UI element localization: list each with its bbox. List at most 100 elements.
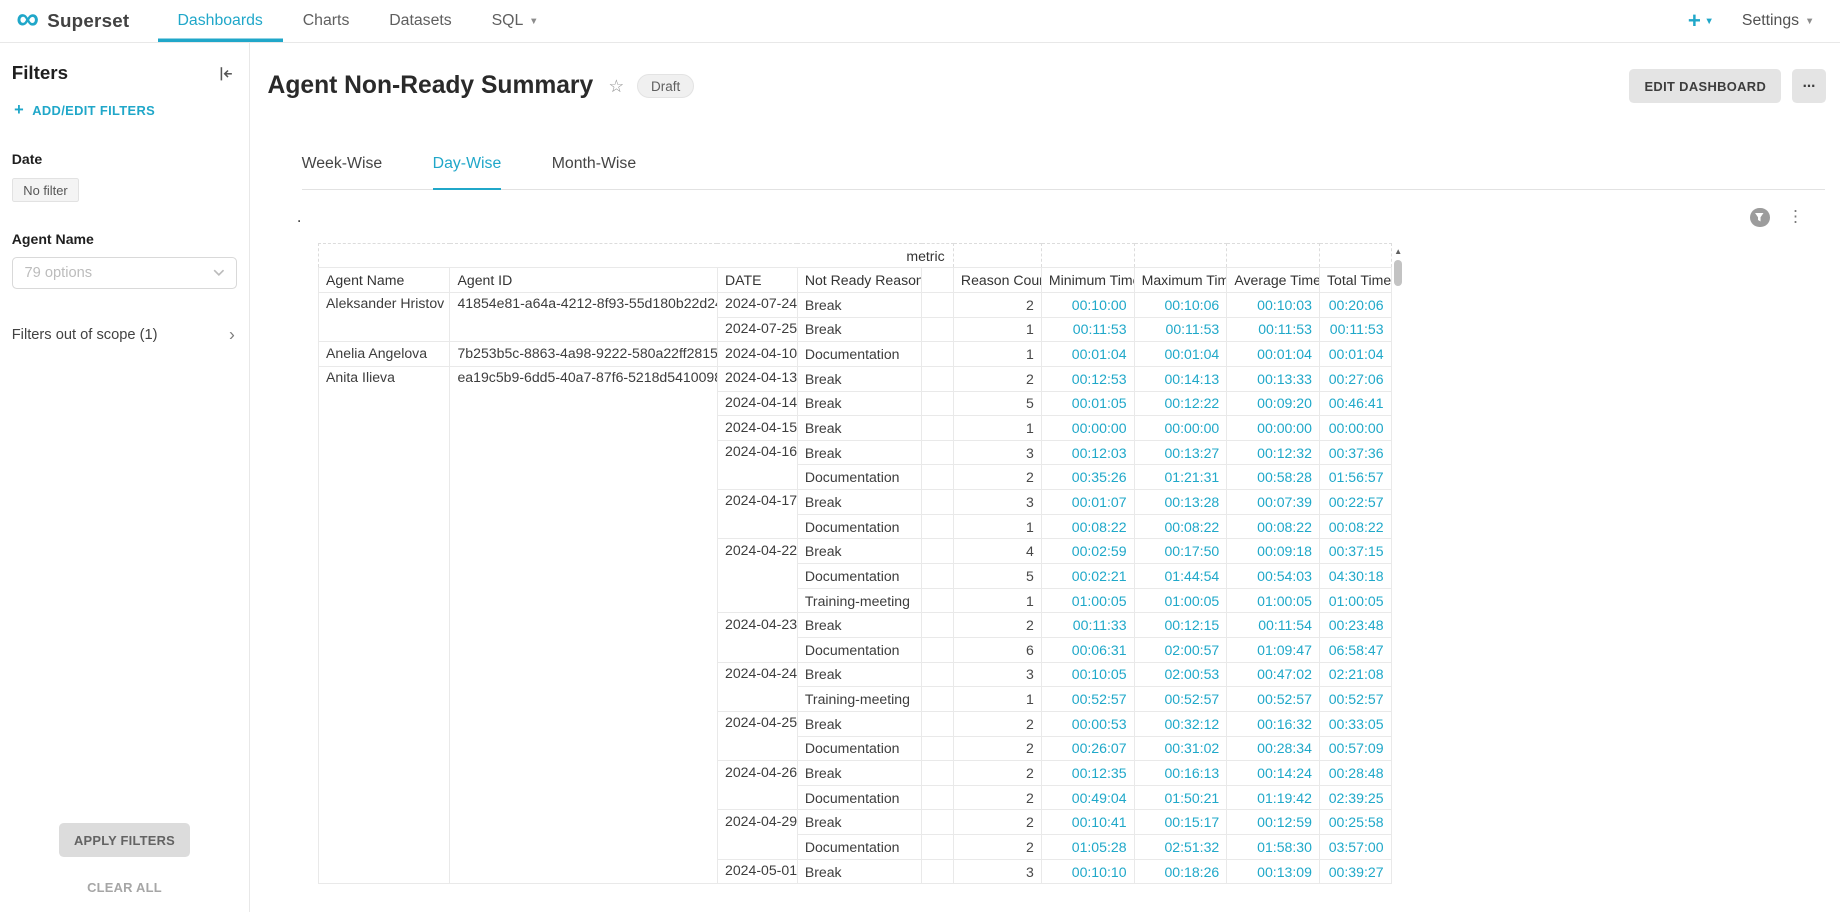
avg-time-cell: 00:09:20 — [1227, 391, 1320, 416]
column-header: Average Time — [1227, 268, 1320, 293]
tab-week-wise[interactable]: Week-Wise — [302, 138, 383, 189]
reason-cell: Documentation — [797, 342, 921, 367]
min-time-cell: 00:26:07 — [1041, 736, 1134, 761]
agent-id-cell: 7b253b5c-8863-4a98-9222-580a22ff2815 — [450, 342, 718, 367]
reason-cell: Training-meeting — [797, 687, 921, 712]
column-header-spacer — [922, 268, 954, 293]
avg-time-cell: 00:14:24 — [1227, 761, 1320, 786]
tab-day-wise[interactable]: Day-Wise — [433, 138, 502, 190]
reason-cell: Documentation — [797, 465, 921, 490]
date-cell: 2024-04-15 — [717, 416, 797, 441]
total-time-cell: 00:00:00 — [1319, 416, 1391, 441]
total-time-cell: 00:27:06 — [1319, 366, 1391, 391]
spacer-cell — [922, 859, 954, 884]
reason-cell: Break — [797, 440, 921, 465]
reason-count-cell: 1 — [953, 416, 1041, 441]
date-filter-value-chip: No filter — [12, 178, 80, 202]
date-cell: 2024-04-26 — [717, 761, 797, 810]
table-scrollbar[interactable]: ▲ — [1392, 245, 1405, 895]
pivot-table: metricAgent NameAgent IDDATENot Ready Re… — [318, 243, 1392, 885]
reason-cell: Documentation — [797, 564, 921, 589]
total-time-cell: 04:30:18 — [1319, 564, 1391, 589]
avg-time-cell: 00:16:32 — [1227, 711, 1320, 736]
reason-cell: Training-meeting — [797, 588, 921, 613]
total-time-cell: 00:08:22 — [1319, 514, 1391, 539]
nav-item-datasets[interactable]: Datasets — [369, 0, 471, 42]
spacer-cell — [922, 835, 954, 860]
chevron-right-icon: › — [229, 326, 235, 344]
agent-name-cell: Aleksander Hristov — [319, 293, 450, 342]
chevron-down-icon — [213, 269, 225, 276]
agent-name-select[interactable]: 79 options — [12, 257, 237, 289]
reason-cell: Break — [797, 366, 921, 391]
nav-item-sql[interactable]: SQL▼ — [472, 0, 559, 42]
metric-header: metric — [319, 243, 954, 268]
max-time-cell: 00:16:13 — [1134, 761, 1227, 786]
out-of-scope-label: Filters out of scope (1) — [12, 327, 158, 343]
min-time-cell: 00:02:21 — [1041, 564, 1134, 589]
max-time-cell: 02:00:57 — [1134, 637, 1227, 662]
spacer-cell — [922, 514, 954, 539]
total-time-cell: 00:37:36 — [1319, 440, 1391, 465]
superset-logo[interactable]: ∞ Superset — [16, 0, 129, 42]
max-time-cell: 00:11:53 — [1134, 317, 1227, 342]
reason-cell: Documentation — [797, 785, 921, 810]
scrollbar-thumb[interactable] — [1394, 260, 1402, 286]
collapse-sidebar-icon[interactable] — [215, 62, 237, 84]
tab-label: Week-Wise — [302, 155, 383, 172]
dashboard-content: Agent Non-Ready Summary ☆ Draft EDIT DAS… — [250, 43, 1840, 911]
spacer-cell — [922, 613, 954, 638]
edit-dashboard-button[interactable]: EDIT DASHBOARD — [1629, 69, 1781, 103]
app-window: ∞ Superset Dashboards Charts Datasets SQ… — [0, 0, 1840, 912]
spacer-cell — [922, 342, 954, 367]
total-time-cell: 02:39:25 — [1319, 785, 1391, 810]
min-time-cell: 00:10:05 — [1041, 662, 1134, 687]
avg-time-cell: 00:00:00 — [1227, 416, 1320, 441]
apply-filters-button[interactable]: APPLY FILTERS — [59, 823, 190, 857]
tab-month-wise[interactable]: Month-Wise — [552, 138, 636, 189]
main-nav: Dashboards Charts Datasets SQL▼ — [158, 0, 559, 42]
spacer-cell — [922, 711, 954, 736]
new-item-button[interactable]: +▼ — [1688, 8, 1714, 34]
avg-time-cell: 00:11:53 — [1227, 317, 1320, 342]
tab-label: Month-Wise — [552, 155, 636, 172]
date-cell: 2024-07-24 — [717, 293, 797, 318]
settings-menu[interactable]: Settings▼ — [1742, 12, 1814, 30]
spacer-cell — [922, 391, 954, 416]
favorite-star-icon[interactable]: ☆ — [608, 76, 624, 97]
min-time-cell: 00:12:03 — [1041, 440, 1134, 465]
reason-cell: Break — [797, 391, 921, 416]
nav-label: Charts — [303, 12, 350, 30]
reason-count-cell: 1 — [953, 342, 1041, 367]
reason-cell: Documentation — [797, 514, 921, 539]
date-cell: 2024-04-25 — [717, 711, 797, 760]
clear-all-button[interactable]: CLEAR ALL — [87, 880, 162, 895]
nav-item-dashboards[interactable]: Dashboards — [158, 0, 283, 42]
filters-out-of-scope-toggle[interactable]: Filters out of scope (1) › — [12, 326, 237, 344]
chart-menu-kebab-icon[interactable]: ⋮ — [1787, 209, 1803, 225]
min-time-cell: 00:10:00 — [1041, 293, 1134, 318]
total-time-cell: 06:58:47 — [1319, 637, 1391, 662]
date-cell: 2024-04-14 — [717, 391, 797, 416]
agent-id-cell: 41854e81-a64a-4212-8f93-55d180b22d24 — [450, 293, 718, 342]
agent-id-cell: ea19c5b9-6dd5-40a7-87f6-5218d5410098 — [450, 366, 718, 883]
applied-filters-icon[interactable] — [1750, 208, 1770, 228]
add-edit-filters-button[interactable]: + ADD/EDIT FILTERS — [14, 102, 237, 118]
metric-header-spacer — [1319, 243, 1391, 268]
avg-time-cell: 00:47:02 — [1227, 662, 1320, 687]
min-time-cell: 01:05:28 — [1041, 835, 1134, 860]
total-time-cell: 03:57:00 — [1319, 835, 1391, 860]
reason-count-cell: 4 — [953, 539, 1041, 564]
max-time-cell: 00:52:57 — [1134, 687, 1227, 712]
scroll-up-arrow-icon[interactable]: ▲ — [1392, 245, 1405, 258]
top-navbar: ∞ Superset Dashboards Charts Datasets SQ… — [0, 0, 1840, 43]
nav-item-charts[interactable]: Charts — [283, 0, 370, 42]
more-options-button[interactable]: ... — [1792, 69, 1826, 103]
max-time-cell: 00:12:15 — [1134, 613, 1227, 638]
min-time-cell: 00:01:05 — [1041, 391, 1134, 416]
reason-count-cell: 2 — [953, 366, 1041, 391]
reason-count-cell: 2 — [953, 711, 1041, 736]
avg-time-cell: 00:08:22 — [1227, 514, 1320, 539]
total-time-cell: 00:11:53 — [1319, 317, 1391, 342]
total-time-cell: 00:57:09 — [1319, 736, 1391, 761]
